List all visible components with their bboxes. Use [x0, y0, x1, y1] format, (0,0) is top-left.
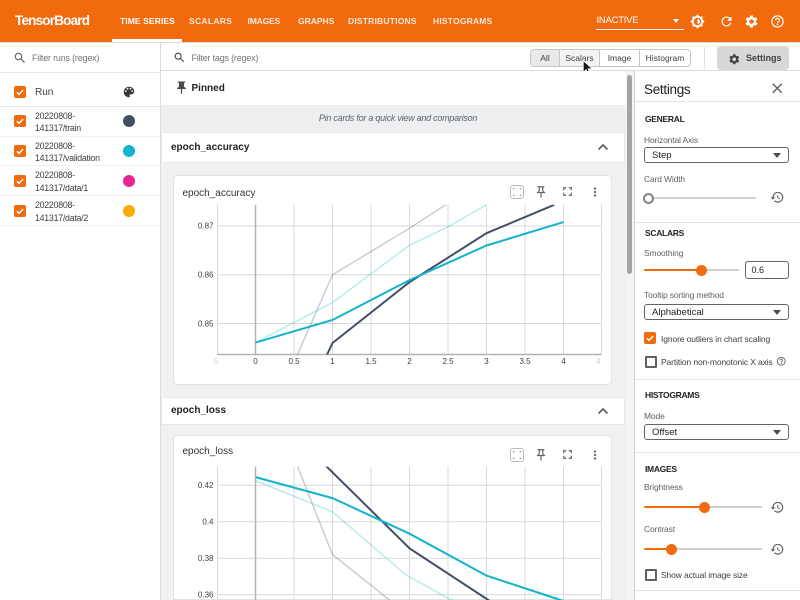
svg-text:2: 2 [407, 357, 412, 366]
svg-text:0.87: 0.87 [198, 222, 214, 231]
svg-text:1: 1 [330, 357, 335, 366]
svg-text:4: 4 [561, 357, 566, 366]
svg-text:0.42: 0.42 [198, 481, 214, 490]
svg-text:1.5: 1.5 [365, 357, 377, 366]
svg-text:0.4: 0.4 [202, 518, 214, 527]
svg-text:2.5: 2.5 [442, 357, 454, 366]
svg-text:0.36: 0.36 [198, 590, 214, 599]
svg-text:0.38: 0.38 [198, 554, 214, 563]
svg-text:4: 4 [596, 357, 601, 366]
svg-text:3: 3 [484, 357, 489, 366]
svg-text:0.85: 0.85 [198, 319, 214, 328]
svg-text:0.86: 0.86 [198, 271, 214, 280]
svg-text:0.5: 0.5 [288, 357, 300, 366]
svg-text:3.5: 3.5 [519, 357, 531, 366]
svg-text:0: 0 [253, 357, 258, 366]
svg-text:5: 5 [214, 357, 219, 366]
